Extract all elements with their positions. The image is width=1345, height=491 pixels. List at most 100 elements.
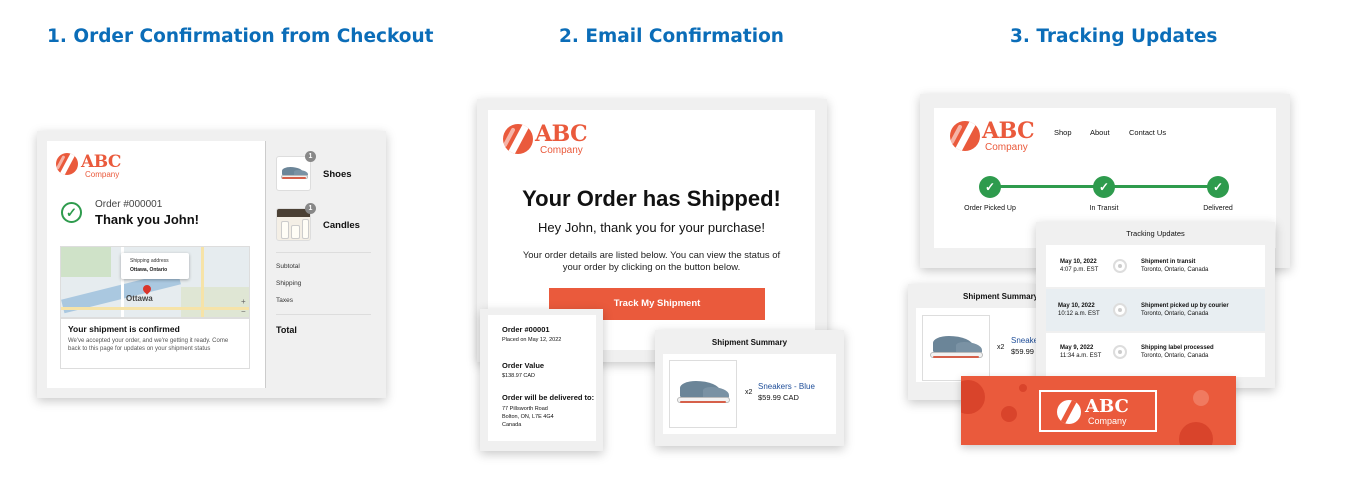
shipping-map: Shipping address Ottawa, Ontario Ottawa …: [60, 246, 250, 318]
brand-sub: Company: [85, 170, 120, 179]
update-location: Toronto, Ontario, Canada: [1141, 267, 1209, 273]
order-value: $138.97 CAD: [502, 373, 536, 379]
brand-logo-icon: [1057, 400, 1081, 424]
address-line-3: Canada: [502, 422, 522, 428]
map-zoom-out-icon[interactable]: −: [241, 307, 246, 316]
sneaker-image: [669, 360, 737, 428]
map-address-value: Ottawa, Ontario: [130, 267, 168, 273]
candles-qty-badge: 1: [305, 203, 316, 214]
tracking-updates-card: Tracking Updates May 10, 2022 4:07 p.m. …: [1036, 222, 1275, 388]
tracking-updates-title: Tracking Updates: [1126, 229, 1185, 238]
product-variant: Blue: [798, 382, 815, 391]
tracking-product-name[interactable]: Sneake: [1011, 336, 1038, 345]
update-date: May 10, 2022: [1060, 259, 1097, 265]
tracking-summary-row: x2 Sneake $59.99: [916, 308, 1038, 382]
tracking-update-row: May 9, 2022 11:34 a.m. EST Shipping labe…: [1046, 333, 1265, 377]
brand-logo-icon: [503, 124, 533, 154]
nav-contact[interactable]: Contact Us: [1129, 128, 1166, 137]
brand-name: ABC: [81, 152, 121, 172]
product-sep: -: [791, 382, 799, 391]
product-name: Sneakers: [758, 382, 792, 391]
shoe-icon: [674, 375, 732, 411]
step-in-transit-check-icon: ✓: [1093, 176, 1115, 198]
email-title: Your Order has Shipped!: [522, 186, 781, 211]
update-time: 11:34 a.m. EST: [1060, 353, 1102, 359]
order-details-card: Order #00001 Placed on May 12, 2022 Orde…: [480, 309, 603, 451]
map-address-tooltip: Shipping address Ottawa, Ontario: [121, 253, 189, 279]
email-order-number: Order #00001: [502, 325, 550, 334]
update-date: May 9, 2022: [1060, 345, 1094, 351]
product-price: $59.99 CAD: [758, 393, 799, 402]
email-body-text: Your order details are listed below. You…: [522, 250, 781, 273]
banner-brand-name: ABC: [1085, 396, 1129, 417]
update-status: Shipping label processed: [1141, 345, 1214, 351]
shoe-icon: [279, 163, 309, 183]
email-greeting: Hey John, thank you for your purchase!: [538, 220, 765, 235]
address-line-1: 77 Pillsworth Road: [502, 406, 548, 412]
shipment-confirmed-box: Your shipment is confirmed We've accepte…: [60, 318, 250, 369]
checkout-confirmation-panel: ABC Company ✓ Order #000001 Thank you Jo…: [37, 131, 386, 398]
shipment-confirmed-title: Your shipment is confirmed: [68, 324, 180, 334]
summary-product-row: x2 Sneakers - Blue $59.99 CAD: [663, 354, 836, 434]
shoe-thumbnail: [276, 156, 311, 191]
divider: [276, 314, 371, 315]
update-location: Toronto, Ontario, Canada: [1141, 353, 1209, 359]
update-time: 10:12 a.m. EST: [1058, 311, 1100, 317]
order-details-body: Order #00001 Placed on May 12, 2022 Orde…: [488, 315, 596, 441]
brand-sub: Company: [985, 142, 1028, 153]
deliver-to-label: Order will be delivered to:: [502, 393, 595, 402]
heading-order-confirmation: 1. Order Confirmation from Checkout: [47, 26, 434, 47]
address-line-2: Bolton, ON, L7E 4G4: [502, 414, 554, 420]
subtotal-label: Subtotal: [276, 263, 300, 270]
update-location: Toronto, Ontario, Canada: [1141, 311, 1209, 317]
brand-banner: ABC Company: [961, 376, 1236, 445]
email-summary-inner: Shipment Summary x2 Sneakers - Blue $59.…: [663, 330, 836, 438]
taxes-label: Taxes: [276, 297, 293, 304]
email-shipment-summary: Shipment Summary x2 Sneakers - Blue $59.…: [655, 330, 844, 446]
brand-logo-icon: [950, 121, 980, 151]
brand-name: ABC: [982, 118, 1035, 144]
nav-about[interactable]: About: [1090, 128, 1110, 137]
status-dot-icon: [1113, 259, 1127, 273]
checkout-main: ABC Company ✓ Order #000001 Thank you Jo…: [47, 141, 265, 388]
shoe-icon: [927, 330, 985, 366]
shipment-summary-title: Shipment Summary: [711, 338, 788, 347]
brand-sub: Company: [540, 145, 583, 156]
map-zoom-in-icon[interactable]: +: [241, 297, 246, 306]
map-address-label: Shipping address: [130, 258, 169, 264]
thank-you-title: Thank you John!: [95, 212, 199, 227]
product-qty: x2: [745, 389, 753, 396]
tracking-update-row: May 10, 2022 4:07 p.m. EST Shipment in t…: [1046, 245, 1265, 287]
shoes-qty-badge: 1: [305, 151, 316, 162]
order-number: Order #000001: [95, 199, 163, 210]
brand-logo-icon: [56, 153, 78, 175]
tracking-update-row: May 10, 2022 10:12 a.m. EST Shipment pic…: [1046, 289, 1265, 331]
update-time: 4:07 p.m. EST: [1060, 267, 1099, 273]
candles-thumbnail: [276, 208, 311, 241]
tracking-summary-title: Shipment Summary: [963, 292, 1039, 301]
product-name-link[interactable]: Sneakers - Blue: [758, 382, 815, 391]
update-status: Shipment picked up by courier: [1141, 303, 1229, 309]
step-picked-up-check-icon: ✓: [979, 176, 1001, 198]
step-delivered-label: Delivered: [1203, 205, 1233, 212]
step-delivered-check-icon: ✓: [1207, 176, 1229, 198]
status-dot-icon: [1113, 345, 1127, 359]
item-shoes-label: Shoes: [323, 169, 352, 180]
nav-shop[interactable]: Shop: [1054, 128, 1072, 137]
item-candles-label: Candles: [323, 220, 360, 231]
brand-name: ABC: [535, 121, 588, 147]
panel-divider: [265, 141, 266, 388]
map-city-label: Ottawa: [126, 294, 153, 303]
status-dot-icon: [1113, 303, 1127, 317]
tracking-product-qty: x2: [997, 344, 1005, 351]
step-in-transit-label: In Transit: [1089, 205, 1119, 212]
email-order-placed: Placed on May 12, 2022: [502, 337, 562, 343]
heading-tracking-updates: 3. Tracking Updates: [1010, 26, 1218, 47]
sneaker-image: [922, 315, 990, 381]
check-circle-icon: ✓: [61, 202, 82, 223]
total-label: Total: [276, 325, 297, 335]
shipment-confirmed-body: We've accepted your order, and we're get…: [68, 338, 229, 352]
step-picked-up-label: Order Picked Up: [964, 205, 1016, 212]
banner-brand-sub: Company: [1088, 416, 1127, 426]
update-date: May 10, 2022: [1058, 303, 1095, 309]
